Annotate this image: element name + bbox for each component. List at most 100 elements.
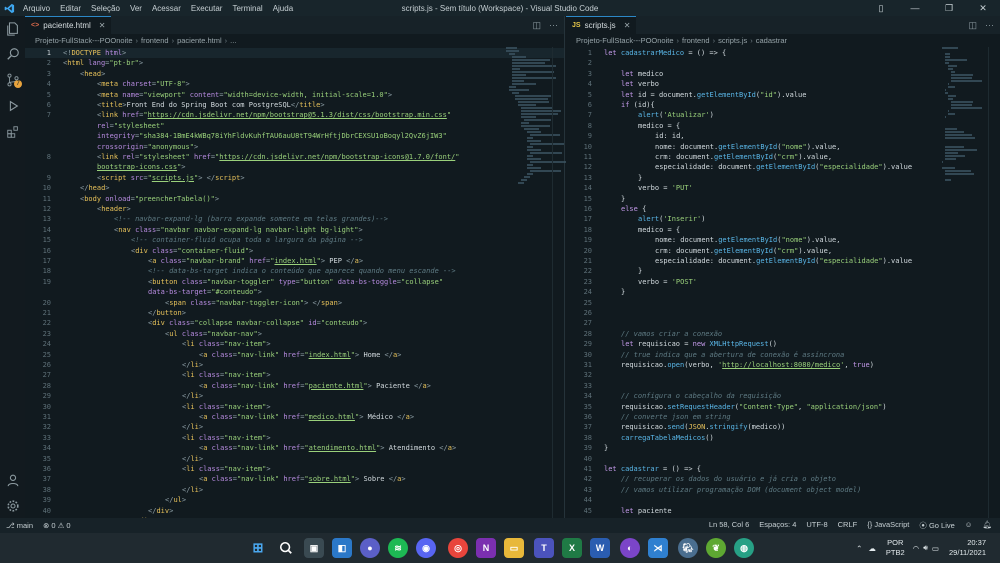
breadcrumb-item[interactable]: Projeto-FullStack---POOnoite [35,36,133,45]
code-line: 12 <header> [25,204,564,214]
widgets-icon[interactable]: ◧ [332,538,352,558]
word-icon[interactable]: W [590,538,610,558]
line-content: </button> [148,309,186,317]
feedback-icon[interactable]: ☺ [965,520,973,531]
line-number: 35 [42,454,51,463]
settings-gear-icon[interactable] [0,496,25,516]
go-live-button[interactable]: ⦿ Go Live [919,520,954,531]
line-number: 34 [42,444,51,453]
breadcrumb-item[interactable]: Projeto-FullStack---POOnoite [576,36,674,45]
minimap-line [527,167,541,169]
minimap-line [506,47,517,49]
pgadmin-icon[interactable]: 🐘︎ [678,538,698,558]
language-mode[interactable]: {} JavaScript [867,520,909,531]
spotify-icon[interactable]: ≋ [388,538,408,558]
scrollbar[interactable] [552,47,564,518]
chrome-icon[interactable]: ◎ [448,538,468,558]
encoding[interactable]: UTF-8 [806,520,827,531]
close-tab-icon[interactable]: ✕ [624,21,631,30]
start-menu-icon[interactable]: ⊞ [248,538,268,558]
minimap[interactable] [942,47,986,181]
show-hidden-icons-icon[interactable]: ⌃ [856,544,862,553]
close-tab-icon[interactable]: ✕ [99,21,106,30]
clock[interactable]: 20:37 29/11/2021 [949,538,986,558]
breadcrumb-item[interactable]: frontend [682,36,710,45]
tab-paciente-html[interactable]: <> paciente.html ✕ [25,16,112,34]
git-branch[interactable]: ⎇ main [6,521,33,530]
tab-scripts-js[interactable]: JS scripts.js ✕ [566,16,637,34]
search-icon[interactable] [0,44,25,64]
layout-icon[interactable]: ▯ [864,0,898,16]
input-language[interactable]: POR PTB2 [886,538,905,558]
browser-icon[interactable]: ◍ [734,538,754,558]
breadcrumb-item[interactable]: paciente.html [177,36,222,45]
minimap-line [945,59,967,61]
extensions-icon[interactable] [0,122,25,142]
cursor-position[interactable]: Ln 58, Col 6 [709,520,749,531]
task-view-icon[interactable]: ▣ [304,538,324,558]
end-of-line[interactable]: CRLF [838,520,858,531]
run-debug-icon[interactable] [0,96,25,116]
excel-icon[interactable]: X [562,538,582,558]
menu-item-6[interactable]: Terminal [227,4,267,13]
line-number: 38 [42,485,51,494]
teams-chat-icon[interactable]: ● [360,538,380,558]
line-number: 9 [46,173,51,182]
menu-item-7[interactable]: Ajuda [268,4,298,13]
discord-icon[interactable]: ◉ [416,538,436,558]
battery-icon[interactable]: ▭ [932,544,939,553]
minimap-line [945,116,946,118]
minimap-line [945,137,975,139]
wifi-icon[interactable]: ◠ [913,544,920,553]
breadcrumb-item[interactable]: ... [230,36,236,45]
title-bar: Arquivo Editar Seleção Ver Acessar Executar Te… [0,0,1000,16]
menu-item-4[interactable]: Acessar [147,4,186,13]
notifications-bell-icon[interactable]: 🔔︎ [982,520,992,531]
account-icon[interactable] [0,470,25,490]
breadcrumb-item[interactable]: frontend [141,36,169,45]
search-icon[interactable] [276,538,296,558]
split-editor-icon[interactable]: ◫ [968,20,977,31]
line-number: 12 [583,163,592,172]
menu-item-0[interactable]: Arquivo [18,4,55,13]
code-line: 28 <a class="nav-link" href="paciente.htm… [25,381,564,391]
onenote-icon[interactable]: N [476,538,496,558]
code-line: 31 <a class="nav-link" href="medico.html"… [25,412,564,422]
menu-item-5[interactable]: Executar [186,4,228,13]
menu-item-3[interactable]: Ver [125,4,147,13]
menu-item-2[interactable]: Seleção [86,4,125,13]
more-actions-icon[interactable]: ··· [985,20,994,30]
vscode-taskbar-icon[interactable]: ⋊ [648,538,668,558]
code-editor-html[interactable]: 1 <!DOCTYPE html> 2 <html lang="pt-br"> 3 <he… [25,47,564,518]
spring-tools-icon[interactable]: ❦ [706,538,726,558]
breadcrumb-item[interactable]: cadastrar [756,36,787,45]
more-actions-icon[interactable]: ··· [549,20,558,30]
source-control-icon[interactable]: 7 [0,70,25,90]
maximize-button[interactable]: ❐ [932,0,966,16]
menu-item-1[interactable]: Editar [55,4,86,13]
breadcrumb-item[interactable]: scripts.js [718,36,747,45]
line-content: </head> [80,184,110,193]
problems-indicator[interactable]: ⊗ 0 ⚠ 0 [43,521,71,530]
close-window-button[interactable]: ✕ [966,0,1000,16]
code-editor-js[interactable]: 1 let cadastrarMedico = () => {2 3 let medi… [566,47,1000,518]
teams-icon[interactable]: T [534,538,554,558]
code-line: 23 verbo = 'POST' [566,277,1000,287]
line-content: <a class="nav-link" href="atendimento.ht… [199,444,457,453]
minimap-line [948,98,953,100]
file-explorer-icon[interactable]: ▭ [504,538,524,558]
github-desktop-icon[interactable]: ◐ [620,538,640,558]
minimap[interactable] [506,47,567,184]
line-number: 29 [42,392,51,401]
explorer-icon[interactable] [0,19,25,39]
code-line: rel="stylesheet" [25,121,564,131]
minimize-button[interactable]: — [898,0,932,16]
scrollbar[interactable] [988,47,1000,518]
cloud-icon[interactable]: ☁ [868,544,876,553]
indentation[interactable]: Espaços: 4 [759,520,796,531]
line-number: 11 [583,153,592,161]
volume-icon[interactable]: 🔊︎ [923,543,928,553]
line-number: 20 [42,298,51,307]
line-number: 19 [583,236,592,245]
split-editor-icon[interactable]: ◫ [532,20,541,31]
